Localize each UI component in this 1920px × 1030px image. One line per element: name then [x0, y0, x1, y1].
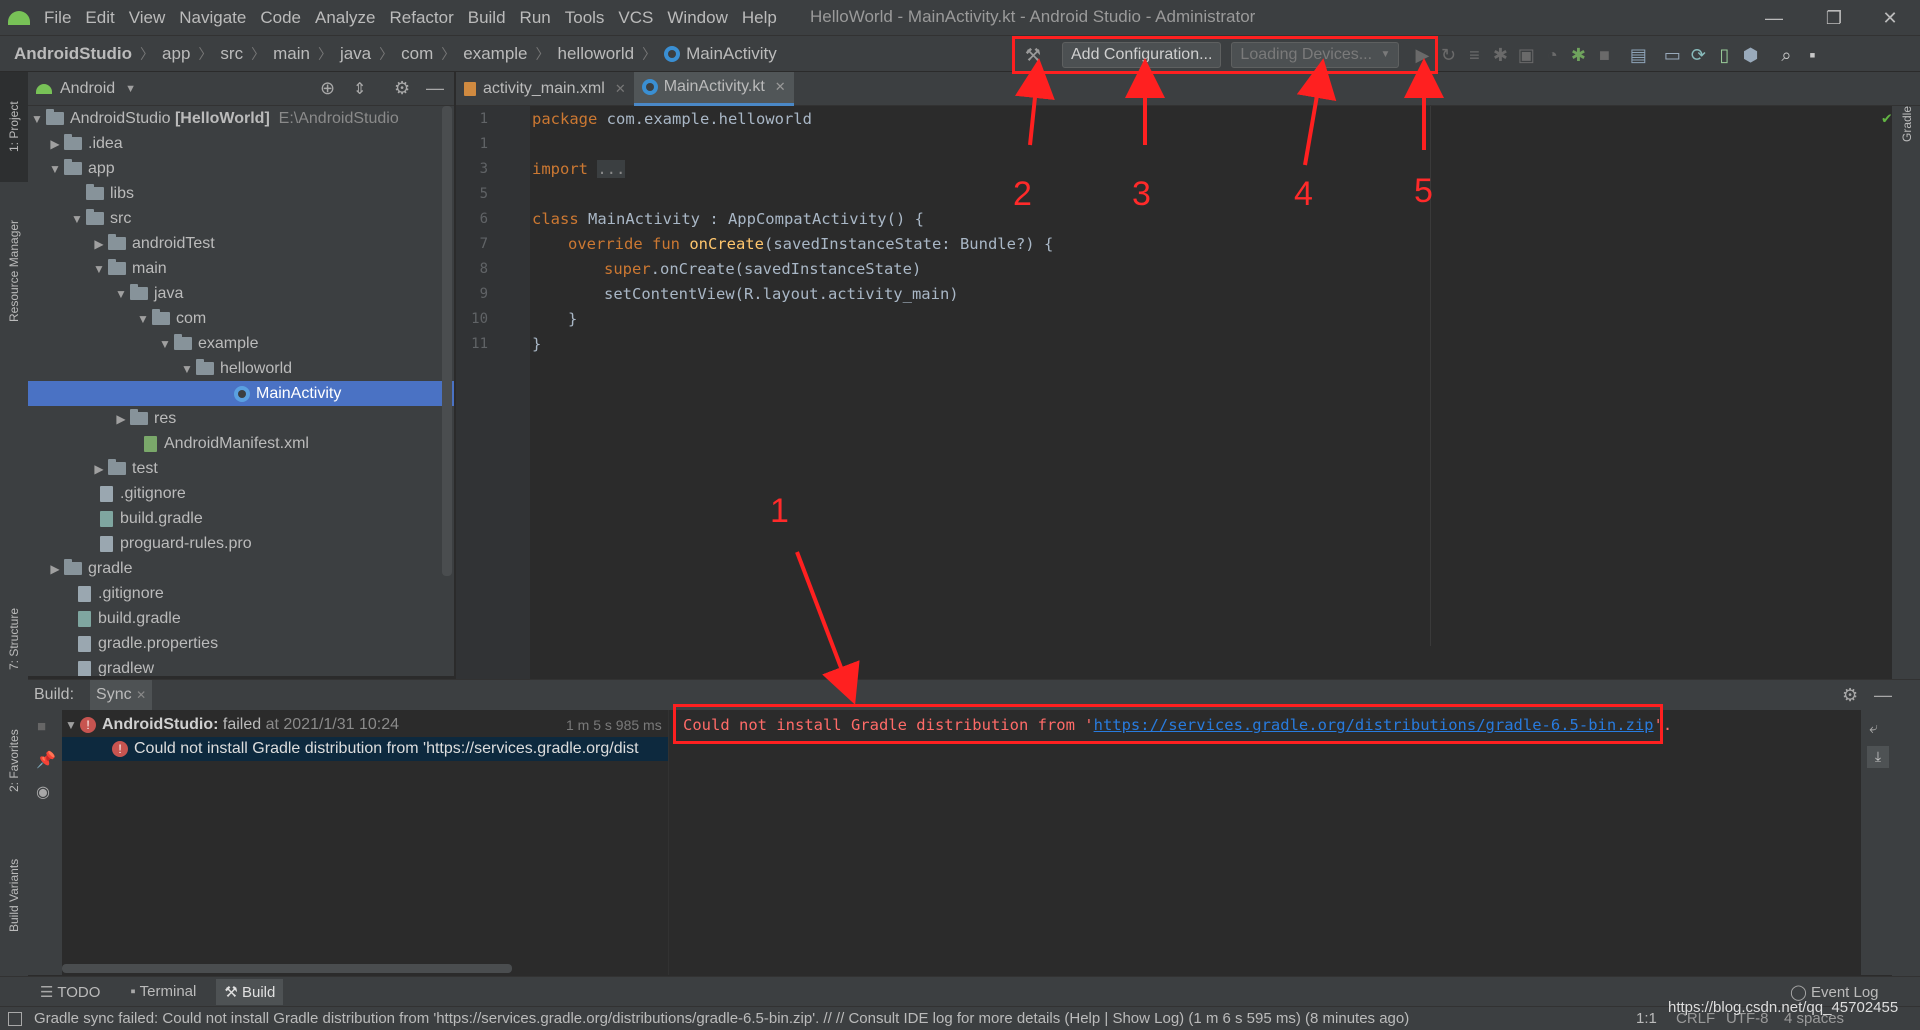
annotation-number: 5 [1414, 172, 1433, 210]
annotation-number: 3 [1132, 175, 1151, 213]
arrow-2 [1015, 58, 1055, 146]
arrow-4 [1296, 58, 1337, 166]
arrow-1 [795, 551, 860, 705]
annotation-number: 1 [770, 492, 789, 530]
annotation-arrows [795, 58, 1444, 705]
annotation-number: 2 [1013, 175, 1032, 213]
annotation-number: 4 [1294, 175, 1313, 213]
